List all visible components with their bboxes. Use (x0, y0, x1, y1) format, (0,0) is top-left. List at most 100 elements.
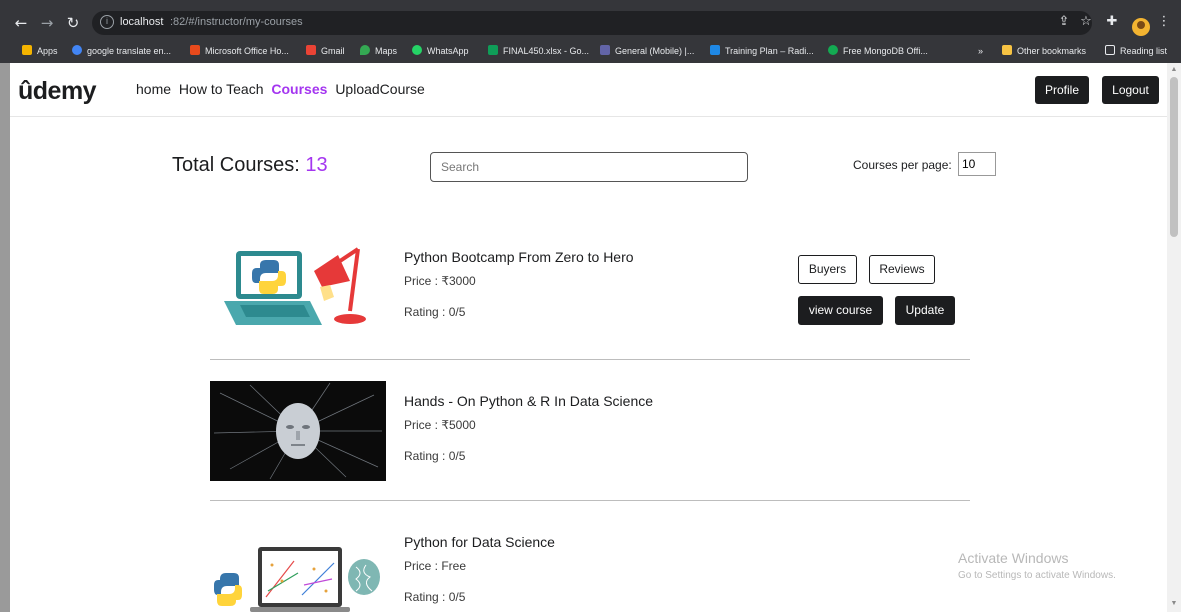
whatsapp-icon (412, 45, 422, 55)
total-courses-count: 13 (305, 154, 328, 176)
bookmark-label: Training Plan – Radi... (725, 46, 814, 56)
course-price: Price : ₹5000 (404, 418, 476, 432)
bookmark-microsoft-office[interactable]: Microsoft Office Ho... (190, 44, 289, 58)
bookmark-label: Free MongoDB Offi... (843, 46, 928, 56)
teams-icon (600, 45, 610, 55)
course-rating: Rating : 0/5 (404, 590, 466, 604)
bookmarks-bar: Apps google translate en... Microsoft Of… (0, 40, 1181, 62)
site-navbar: ûdemy home How to Teach Courses UploadCo… (10, 63, 1167, 117)
buyers-button[interactable]: Buyers (798, 255, 857, 284)
nav-link-home[interactable]: home (136, 81, 171, 97)
office-icon (190, 45, 200, 55)
training-icon (710, 45, 720, 55)
view-course-button[interactable]: view course (798, 296, 883, 325)
nav-link-courses[interactable]: Courses (271, 81, 327, 97)
total-courses-label: Total Courses: (172, 154, 300, 176)
bookmark-label: General (Mobile) |... (615, 46, 695, 56)
course-price: Price : ₹3000 (404, 274, 476, 288)
bookmark-label: google translate en... (87, 46, 172, 56)
bookmark-mongodb[interactable]: Free MongoDB Offi... (828, 44, 928, 58)
address-row: ← → ↻ i localhost :82/#/instructor/my-co… (0, 8, 1181, 38)
more-menu-icon[interactable]: ⋮ (1154, 12, 1174, 32)
bookmark-label: FINAL450.xlsx - Go... (503, 46, 590, 56)
browser-chrome: ← → ↻ i localhost :82/#/instructor/my-co… (0, 0, 1181, 63)
python-laptop-lamp-illustration (224, 247, 366, 325)
scroll-up-arrow-icon[interactable]: ▲ (1170, 66, 1178, 74)
total-courses: Total Courses: 13 (172, 154, 328, 177)
course-item: Python Bootcamp From Zero to Hero Price … (210, 228, 970, 360)
courses-per-page-input[interactable] (958, 152, 996, 176)
other-bookmarks[interactable]: Other bookmarks (1002, 44, 1086, 58)
bookmark-maps[interactable]: Maps (360, 44, 397, 58)
course-price: Price : Free (404, 559, 467, 573)
bookmark-general-mobile[interactable]: General (Mobile) |... (600, 44, 694, 58)
google-icon (72, 45, 82, 55)
page-scrollbar[interactable]: ▲ ▼ (1167, 63, 1181, 612)
forward-arrow-icon[interactable]: → (36, 12, 58, 34)
watermark-subtitle: Go to Settings to activate Windows. (958, 570, 1116, 581)
course-thumbnail[interactable] (210, 241, 386, 341)
drive-icon (488, 45, 498, 55)
nav-link-how-to-teach[interactable]: How to Teach (179, 81, 264, 97)
logout-button[interactable]: Logout (1102, 76, 1159, 104)
udemy-logo[interactable]: ûdemy (18, 77, 97, 106)
course-title[interactable]: Python for Data Science (404, 534, 555, 550)
watermark-title: Activate Windows (958, 550, 1069, 566)
bookmark-label: Maps (375, 46, 398, 56)
back-arrow-icon[interactable]: ← (10, 12, 32, 34)
reading-list[interactable]: Reading list (1105, 44, 1167, 58)
logo-text: ûdemy (18, 77, 97, 105)
course-title[interactable]: Hands - On Python & R In Data Science (404, 393, 653, 409)
course-thumbnail[interactable] (210, 521, 386, 612)
apps-grid-icon (22, 45, 32, 55)
bookmark-whatsapp[interactable]: WhatsApp (412, 44, 469, 58)
other-bookmarks-label: Other bookmarks (1017, 46, 1087, 56)
reading-list-label: Reading list (1120, 46, 1168, 56)
course-divider (210, 500, 970, 501)
search-input[interactable] (430, 152, 748, 182)
ai-face-particles-image (210, 381, 386, 481)
bookmark-star-icon[interactable]: ☆ (1076, 12, 1096, 32)
bookmark-label: Gmail (321, 46, 345, 56)
course-item: Hands - On Python & R In Data Science Pr… (210, 368, 970, 501)
share-icon[interactable]: ⇪ (1054, 12, 1074, 32)
course-title[interactable]: Python Bootcamp From Zero to Hero (404, 249, 634, 265)
site-info-icon[interactable]: i (100, 15, 114, 29)
nav-link-upload-course[interactable]: UploadCourse (335, 81, 425, 97)
courses-per-page-label: Courses per page: (853, 158, 952, 172)
scroll-down-arrow-icon[interactable]: ▼ (1170, 600, 1178, 608)
bookmark-label: WhatsApp (427, 46, 469, 56)
reading-list-icon (1105, 45, 1115, 55)
activate-windows-watermark: Activate Windows Go to Settings to activ… (958, 550, 1116, 581)
folder-icon (1002, 45, 1012, 55)
gmail-icon (306, 45, 316, 55)
scrollbar-thumb[interactable] (1170, 77, 1178, 237)
nav-links: home How to Teach Courses UploadCourse (136, 81, 429, 97)
course-item: Python for Data Science Price : Free Rat… (210, 509, 970, 612)
profile-button[interactable]: Profile (1035, 76, 1089, 104)
course-rating: Rating : 0/5 (404, 449, 466, 463)
reviews-button[interactable]: Reviews (869, 255, 935, 284)
profile-avatar-icon[interactable] (1132, 18, 1150, 36)
reload-icon[interactable]: ↻ (62, 12, 84, 34)
bookmark-label: Microsoft Office Ho... (205, 46, 289, 56)
maps-pin-icon (360, 45, 370, 55)
update-button[interactable]: Update (895, 296, 955, 325)
course-thumbnail[interactable] (210, 381, 386, 481)
bookmarks-overflow-button[interactable]: » (978, 44, 983, 58)
bookmark-label: Apps (37, 46, 58, 56)
bookmark-google-translate[interactable]: google translate en... (72, 44, 171, 58)
bookmark-training-plan[interactable]: Training Plan – Radi... (710, 44, 814, 58)
extensions-puzzle-icon[interactable]: ✚ (1102, 12, 1122, 32)
python-brain-laptop-illustration (214, 547, 380, 612)
url-path: :82/#/instructor/my-courses (170, 16, 303, 28)
bookmark-gmail[interactable]: Gmail (306, 44, 345, 58)
address-bar[interactable]: i localhost :82/#/instructor/my-courses (92, 11, 1092, 35)
bookmark-apps[interactable]: Apps (22, 44, 58, 58)
mongodb-leaf-icon (828, 45, 838, 55)
bookmark-final450[interactable]: FINAL450.xlsx - Go... (488, 44, 589, 58)
course-divider (210, 359, 970, 360)
course-rating: Rating : 0/5 (404, 305, 466, 319)
page-viewport: ûdemy home How to Teach Courses UploadCo… (10, 63, 1167, 612)
url-host: localhost (120, 16, 164, 28)
